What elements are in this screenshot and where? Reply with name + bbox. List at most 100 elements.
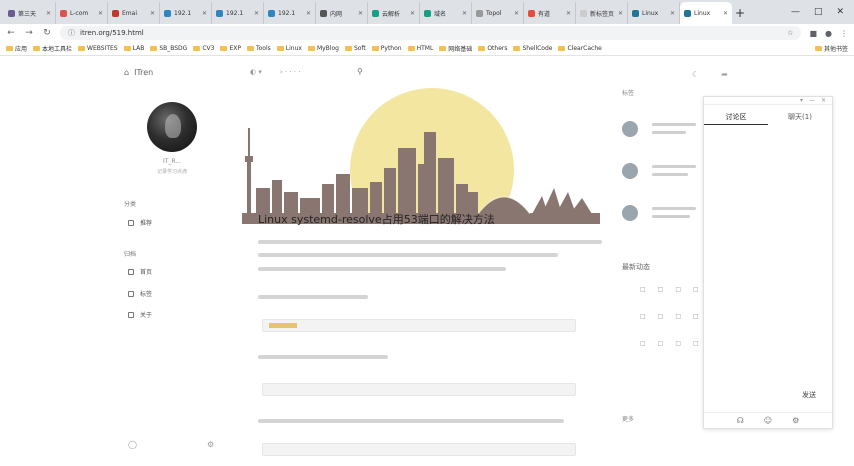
- browser-tab[interactable]: 云解析 ✕: [368, 2, 420, 24]
- bookmark-item[interactable]: HTML: [407, 45, 433, 52]
- window-controls: — □ ✕: [791, 0, 854, 24]
- browser-tab[interactable]: L-com ✕: [56, 2, 108, 24]
- other-bookmarks[interactable]: 其他书签: [814, 44, 848, 53]
- browser-tab[interactable]: 新标签页 ✕: [576, 2, 628, 24]
- new-tab-button[interactable]: +: [732, 2, 748, 24]
- forward-icon[interactable]: →: [24, 28, 34, 38]
- browser-tab[interactable]: Linux ✕: [680, 2, 732, 24]
- bookmark-item[interactable]: Python: [371, 45, 402, 52]
- minimize-icon[interactable]: —: [791, 7, 800, 17]
- bookmark-item[interactable]: Others: [478, 45, 507, 52]
- settings-icon[interactable]: ⚙: [792, 416, 799, 425]
- nav-link-blurred[interactable]: › · · · ·: [280, 68, 301, 76]
- bookmark-item[interactable]: ShellCode: [513, 45, 552, 52]
- author-subtitle: 记录学习点滴: [156, 169, 187, 175]
- bookmark-item[interactable]: 本地工具栏: [33, 44, 72, 53]
- tab-close-icon[interactable]: ✕: [618, 10, 623, 17]
- tab-favicon-icon: [372, 9, 379, 17]
- theme-icon[interactable]: ◐ ▾: [250, 68, 262, 76]
- tab-favicon-icon: [424, 9, 431, 17]
- tab-close-icon[interactable]: ✕: [410, 10, 415, 17]
- share-icon[interactable]: ➦: [721, 70, 728, 79]
- bookmark-item[interactable]: 应用: [6, 44, 27, 53]
- tab-close-icon[interactable]: ✕: [98, 10, 103, 17]
- maximize-icon[interactable]: □: [814, 7, 823, 17]
- nav-section-archive: 归档: [124, 251, 137, 258]
- comment-avatar[interactable]: [622, 163, 638, 179]
- nav-item-about[interactable]: 关于: [128, 310, 152, 319]
- pin-icon[interactable]: ▾: [800, 97, 803, 104]
- close-panel-icon[interactable]: ✕: [821, 97, 826, 104]
- bookmark-item[interactable]: Soft: [344, 45, 366, 52]
- tab-close-icon[interactable]: ✕: [254, 10, 259, 17]
- avatar[interactable]: [147, 102, 197, 152]
- tab-chat[interactable]: 聊天(1): [768, 110, 832, 125]
- user-icon[interactable]: ◯: [128, 440, 137, 449]
- folder-icon: [150, 46, 158, 51]
- author-name: IT_R...: [162, 158, 182, 165]
- bookmark-item[interactable]: 网络基础: [439, 44, 472, 53]
- bookmark-item[interactable]: Tools: [246, 45, 271, 52]
- tab-discussion[interactable]: 讨论区: [704, 110, 768, 125]
- browser-tab[interactable]: 192.1 ✕: [212, 2, 264, 24]
- extension-icon[interactable]: ■: [809, 29, 817, 38]
- nav-item-tags[interactable]: 标签: [128, 289, 152, 298]
- reload-icon[interactable]: ↻: [42, 28, 52, 38]
- tab-close-icon[interactable]: ✕: [150, 10, 155, 17]
- site-brand[interactable]: ⌂ ITren: [124, 68, 153, 77]
- url-text[interactable]: itren.org/519.html: [80, 29, 144, 37]
- browser-tab[interactable]: 有道 ✕: [524, 2, 576, 24]
- browser-tab[interactable]: Emai ✕: [108, 2, 160, 24]
- close-window-icon[interactable]: ✕: [836, 7, 844, 17]
- nav-item-recommend[interactable]: 推荐: [128, 218, 152, 227]
- tab-title: 域名: [434, 10, 447, 18]
- code-highlight: [269, 323, 297, 328]
- nav-item-home[interactable]: 首页: [128, 267, 152, 276]
- bookmark-item[interactable]: SB_BSDG: [150, 45, 187, 52]
- profile-icon[interactable]: ●: [825, 29, 832, 38]
- browser-tab[interactable]: 192.1 ✕: [264, 2, 316, 24]
- menu-icon[interactable]: ⋮: [840, 29, 848, 38]
- tab-close-icon[interactable]: ✕: [358, 10, 363, 17]
- bookmark-item[interactable]: CV3: [193, 45, 214, 52]
- folder-icon: [407, 46, 415, 51]
- bookmark-star-icon[interactable]: ☆: [787, 29, 793, 37]
- back-icon[interactable]: ←: [6, 28, 16, 38]
- tab-close-icon[interactable]: ✕: [306, 10, 311, 17]
- comment-avatar[interactable]: [622, 121, 638, 137]
- bookmark-item[interactable]: Linux: [276, 45, 302, 52]
- microphone-icon[interactable]: ☊: [737, 416, 744, 425]
- article-text-line: [258, 419, 564, 423]
- emoji-icon[interactable]: ☺: [764, 416, 772, 425]
- bookmark-item[interactable]: MyBlog: [307, 45, 339, 52]
- comment-avatar[interactable]: [622, 205, 638, 221]
- bookmark-item[interactable]: WEBSITES: [78, 45, 118, 52]
- browser-tab[interactable]: Topol ✕: [472, 2, 524, 24]
- settings-icon[interactable]: ⚙: [207, 440, 214, 449]
- minimize-panel-icon[interactable]: —: [809, 97, 815, 104]
- bookmark-item[interactable]: LAB: [123, 45, 144, 52]
- browser-tab[interactable]: 内网 ✕: [316, 2, 368, 24]
- browser-tab[interactable]: 第三天 ✕: [4, 2, 56, 24]
- bookmark-item[interactable]: EXP: [220, 45, 241, 52]
- bookmark-item[interactable]: ClearCache: [558, 45, 602, 52]
- send-button[interactable]: 发送: [802, 390, 816, 400]
- tab-close-icon[interactable]: ✕: [462, 10, 467, 17]
- article-title: Linux systemd-resolve占用53端口的解决方法: [258, 213, 495, 226]
- tab-close-icon[interactable]: ✕: [46, 10, 51, 17]
- info-icon[interactable]: ⓘ: [68, 28, 75, 38]
- timeline-row: □ □ □ □: [640, 286, 699, 293]
- tab-close-icon[interactable]: ✕: [202, 10, 207, 17]
- tab-favicon-icon: [164, 9, 171, 17]
- moon-icon[interactable]: ☾: [692, 70, 699, 79]
- tab-close-icon[interactable]: ✕: [566, 10, 571, 17]
- address-bar[interactable]: ⓘ itren.org/519.html ☆: [60, 26, 802, 40]
- browser-tab[interactable]: Linux ✕: [628, 2, 680, 24]
- tab-favicon-icon: [684, 9, 691, 17]
- tab-close-icon[interactable]: ✕: [670, 10, 675, 17]
- browser-tab[interactable]: 域名 ✕: [420, 2, 472, 24]
- browser-tab[interactable]: 192.1 ✕: [160, 2, 212, 24]
- tab-close-icon[interactable]: ✕: [723, 10, 728, 17]
- search-icon[interactable]: ⚲: [357, 67, 363, 76]
- tab-close-icon[interactable]: ✕: [514, 10, 519, 17]
